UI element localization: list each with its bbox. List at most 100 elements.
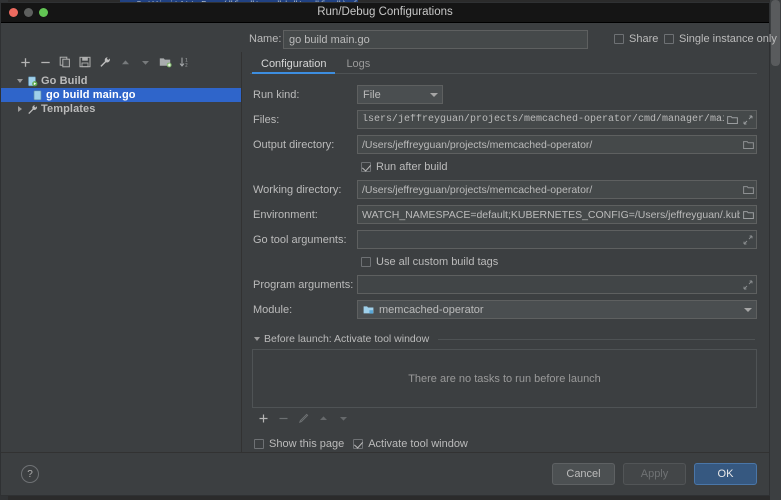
before-launch-task-list[interactable]: There are no tasks to run before launch (252, 349, 757, 408)
activate-tool-window-label: Activate tool window (368, 438, 468, 450)
help-button[interactable]: ? (21, 465, 39, 483)
wrench-icon (27, 104, 38, 115)
go-tool-arguments-row: Go tool arguments: (252, 227, 757, 252)
cancel-button[interactable]: Cancel (552, 463, 615, 485)
section-divider (438, 339, 755, 340)
before-launch-title: Before launch: Activate tool window (264, 333, 429, 345)
configuration-detail-pane: Configuration Logs Run kind: File (242, 52, 769, 452)
use-all-custom-build-tags-checkbox[interactable]: Use all custom build tags (356, 256, 498, 268)
activate-tool-window-checkbox[interactable]: Activate tool window (353, 438, 468, 450)
add-task-button[interactable] (254, 410, 272, 426)
remove-configuration-button[interactable] (35, 53, 55, 71)
environment-field[interactable]: WATCH_NAMESPACE=default;KUBERNETES_CONFI… (357, 205, 757, 224)
working-directory-value: /Users/jeffreyguan/projects/memcached-op… (358, 184, 740, 196)
files-row: Files: lsers/jeffreyguan/projects/memcac… (252, 107, 757, 132)
run-after-build-checkbox[interactable]: Run after build (356, 161, 448, 173)
go-tool-arguments-field[interactable] (357, 230, 757, 249)
edit-environment-icon[interactable] (740, 210, 756, 220)
apply-button[interactable]: Apply (623, 463, 686, 485)
show-this-page-checkbox-box[interactable] (254, 439, 264, 449)
new-folder-button[interactable] (155, 53, 175, 71)
name-label: Name: (249, 33, 281, 45)
browse-folder-icon[interactable] (724, 115, 740, 125)
files-field[interactable]: lsers/jeffreyguan/projects/memcached-ope… (357, 110, 757, 129)
program-arguments-row: Program arguments: (252, 272, 757, 297)
tree-node-go-build[interactable]: Go Build (1, 74, 241, 88)
output-directory-row: Output directory: /Users/jeffreyguan/pro… (252, 132, 757, 157)
before-launch-section: Before launch: Activate tool window Ther… (252, 332, 757, 454)
use-all-custom-build-tags-checkbox-box[interactable] (361, 257, 371, 267)
sort-configurations-button[interactable]: 1 2 (175, 53, 195, 71)
expand-editor-icon[interactable] (740, 280, 756, 290)
activate-tool-window-checkbox-box[interactable] (353, 439, 363, 449)
run-debug-configurations-dialog: Run/Debug Configurations Name: Share Sin… (0, 2, 770, 496)
output-directory-value: /Users/jeffreyguan/projects/memcached-op… (358, 139, 740, 151)
tab-configuration[interactable]: Configuration (252, 58, 335, 74)
tree-node-go-build-main-go[interactable]: go build main.go (1, 88, 241, 102)
expand-editor-icon[interactable] (740, 235, 756, 245)
browse-folder-icon[interactable] (740, 185, 756, 195)
module-row: Module: memcached-operator (252, 297, 757, 322)
before-launch-empty-text: There are no tasks to run before launch (408, 373, 601, 385)
module-dropdown[interactable]: memcached-operator (357, 300, 757, 319)
run-after-build-checkbox-box[interactable] (361, 162, 371, 172)
use-all-custom-build-tags-label: Use all custom build tags (376, 256, 498, 268)
move-up-button[interactable] (115, 53, 135, 71)
output-directory-field[interactable]: /Users/jeffreyguan/projects/memcached-op… (357, 135, 757, 154)
configuration-name-input[interactable] (283, 30, 588, 49)
chevron-down-icon[interactable] (426, 93, 442, 97)
share-label: Share (629, 33, 658, 45)
single-instance-checkbox[interactable]: Single instance only (664, 33, 777, 45)
bottom-checkboxes: Show this page Activate tool window (252, 434, 757, 454)
browse-folder-icon[interactable] (740, 140, 756, 150)
configurations-pane: 1 2 Go Build (1, 52, 242, 452)
run-kind-value: File (358, 89, 426, 101)
program-arguments-field[interactable] (357, 275, 757, 294)
configuration-form: Run kind: File Files: lsers/jeffreyguan/… (242, 74, 769, 452)
chevron-down-icon[interactable] (15, 79, 24, 83)
move-down-button[interactable] (135, 53, 155, 71)
module-value: memcached-operator (379, 304, 484, 316)
add-configuration-button[interactable] (15, 53, 35, 71)
environment-row: Environment: WATCH_NAMESPACE=default;KUB… (252, 202, 757, 227)
chevron-down-icon[interactable] (254, 337, 260, 341)
working-directory-label: Working directory: (252, 184, 357, 196)
show-this-page-checkbox[interactable]: Show this page (254, 438, 344, 450)
copy-configuration-button[interactable] (55, 53, 75, 71)
share-checkbox[interactable]: Share (614, 33, 658, 45)
editor-right-column (770, 0, 781, 500)
configurations-toolbar: 1 2 (1, 52, 241, 72)
chevron-down-icon[interactable] (740, 308, 756, 312)
run-kind-dropdown[interactable]: File (357, 85, 443, 104)
dialog-title-bar: Run/Debug Configurations (1, 3, 769, 23)
save-configuration-button[interactable] (75, 53, 95, 71)
tree-node-label: Templates (41, 103, 96, 115)
chevron-right-icon[interactable] (15, 106, 24, 112)
svg-text:2: 2 (185, 62, 188, 68)
environment-value: WATCH_NAMESPACE=default;KUBERNETES_CONFI… (358, 209, 740, 221)
expand-editor-icon[interactable] (740, 115, 756, 125)
dialog-footer: ? Cancel Apply OK (1, 452, 769, 495)
run-kind-row: Run kind: File (252, 82, 757, 107)
module-folder-icon (363, 305, 374, 315)
go-tool-arguments-label: Go tool arguments: (252, 234, 357, 246)
edit-templates-wrench-icon[interactable] (95, 53, 115, 71)
tree-node-templates[interactable]: Templates (1, 102, 241, 116)
single-instance-checkbox-box[interactable] (664, 34, 674, 44)
files-value: lsers/jeffreyguan/projects/memcached-ope… (358, 114, 724, 125)
go-file-icon (32, 90, 43, 101)
share-checkbox-box[interactable] (614, 34, 624, 44)
ok-button[interactable]: OK (694, 463, 757, 485)
remove-task-button (274, 410, 292, 426)
module-label: Module: (252, 304, 357, 316)
dialog-title: Run/Debug Configurations (1, 3, 769, 22)
before-launch-header[interactable]: Before launch: Activate tool window (252, 332, 757, 346)
configurations-tree[interactable]: Go Build go build main.go (1, 72, 241, 452)
show-this-page-label: Show this page (269, 438, 344, 450)
tab-logs[interactable]: Logs (337, 58, 379, 74)
environment-label: Environment: (252, 209, 357, 221)
name-row: Name: Share Single instance only (1, 29, 769, 52)
working-directory-field[interactable]: /Users/jeffreyguan/projects/memcached-op… (357, 180, 757, 199)
run-after-build-label: Run after build (376, 161, 448, 173)
program-arguments-label: Program arguments: (252, 279, 357, 291)
